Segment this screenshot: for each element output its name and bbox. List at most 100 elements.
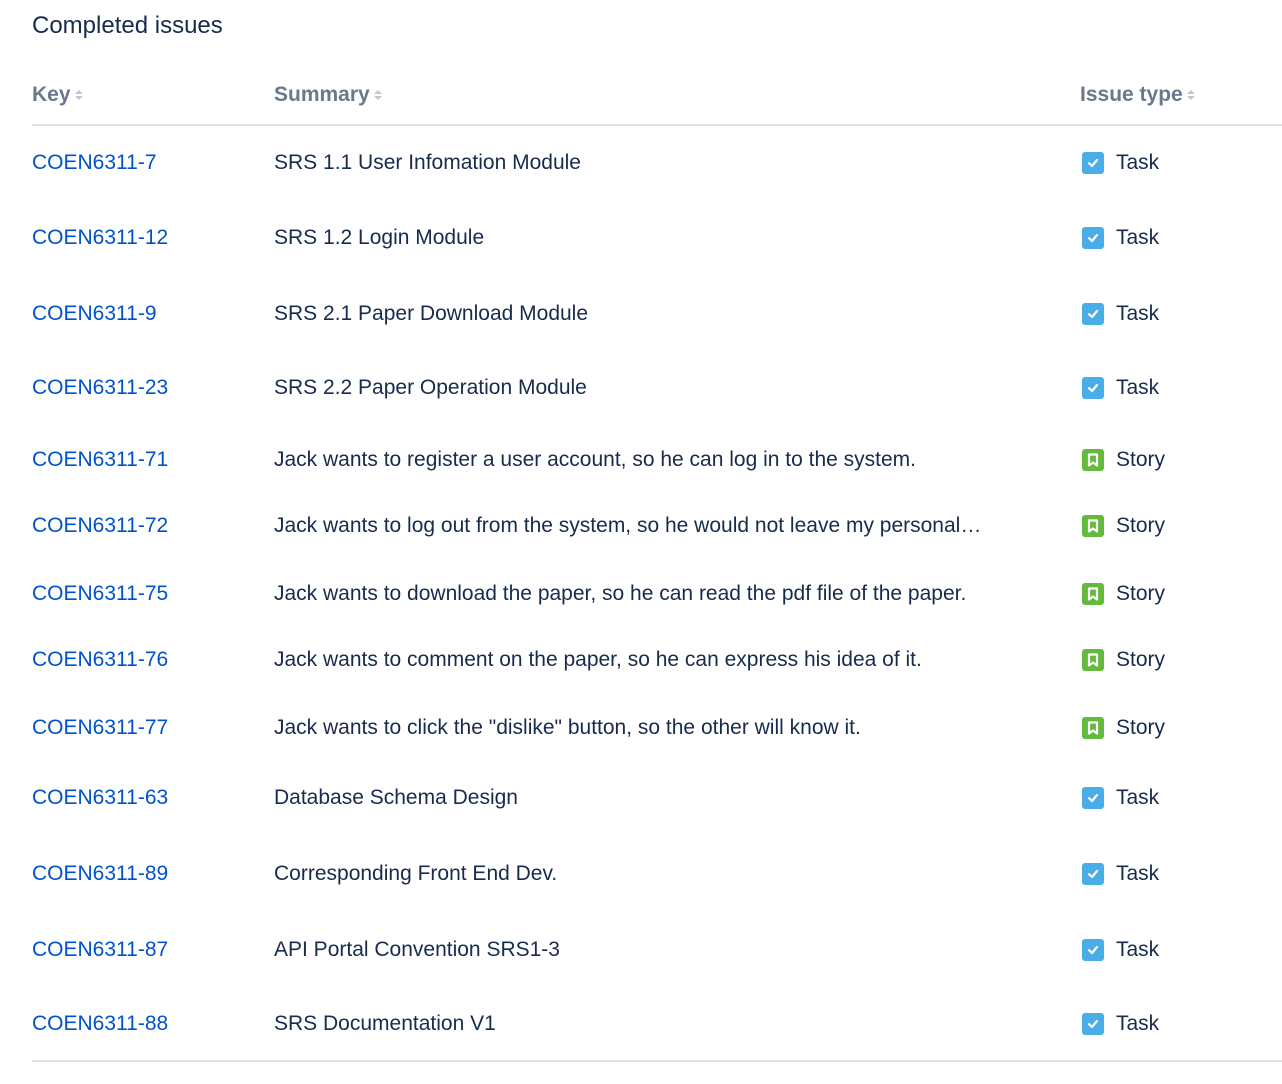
issue-type-label: Task <box>1116 938 1160 961</box>
table-row: COEN6311-75 Jack wants to download the pa… <box>32 574 1282 614</box>
issue-type-cell: Story <box>1082 506 1165 546</box>
table-row: COEN6311-12 SRS 1.2 Login Module Task <box>32 218 1282 258</box>
column-header-summary-label: Summary <box>274 83 370 106</box>
issue-key-cell: COEN6311-9 <box>32 294 157 334</box>
issue-summary: SRS Documentation V1 <box>274 1012 496 1035</box>
issue-key-cell: COEN6311-75 <box>32 574 168 614</box>
issue-summary-cell: Corresponding Front End Dev. <box>274 854 1054 894</box>
issue-summary: Jack wants to comment on the paper, so h… <box>274 648 922 671</box>
column-header-issue-type[interactable]: Issue type <box>1080 78 1195 112</box>
issue-key-link[interactable]: COEN6311-9 <box>32 302 157 326</box>
issue-key-cell: COEN6311-71 <box>32 440 168 480</box>
table-row: COEN6311-23 SRS 2.2 Paper Operation Modul… <box>32 368 1282 408</box>
issue-summary-cell: SRS 2.2 Paper Operation Module <box>274 368 1054 408</box>
issue-type-label: Story <box>1116 716 1166 739</box>
issue-key-cell: COEN6311-23 <box>32 368 168 408</box>
table-row: COEN6311-88 SRS Documentation V1 Task <box>32 1004 1282 1044</box>
issue-type-label: Story <box>1116 514 1166 537</box>
issue-type-label: Story <box>1116 648 1166 671</box>
issue-summary: Database Schema Design <box>274 786 518 809</box>
issue-summary-cell: Jack wants to download the paper, so he … <box>274 574 1054 614</box>
column-header-summary[interactable]: Summary <box>274 78 382 112</box>
issue-key-link[interactable]: COEN6311-88 <box>32 1012 168 1036</box>
issue-summary: SRS 2.2 Paper Operation Module <box>274 376 587 399</box>
issue-type-label: Story <box>1116 582 1166 605</box>
task-checkbox-icon <box>1082 939 1104 961</box>
issue-summary-cell: Jack wants to register a user account, s… <box>274 440 1054 480</box>
issue-type-cell: Task <box>1082 1004 1159 1044</box>
sort-icon <box>373 88 382 102</box>
table-header: Key Summary Issue type <box>32 78 1282 126</box>
issue-type-cell: Task <box>1082 368 1159 408</box>
issue-summary-cell: SRS 1.2 Login Module <box>274 218 1054 258</box>
issue-key-link[interactable]: COEN6311-75 <box>32 582 168 606</box>
table-row: COEN6311-63 Database Schema Design Task <box>32 778 1282 818</box>
task-checkbox-icon <box>1082 787 1104 809</box>
issue-summary: Corresponding Front End Dev. <box>274 862 558 885</box>
issue-summary: SRS 1.2 Login Module <box>274 226 485 249</box>
story-bookmark-icon <box>1082 583 1104 605</box>
issue-key-link[interactable]: COEN6311-87 <box>32 938 168 962</box>
table-row: COEN6311-76 Jack wants to comment on the … <box>32 640 1282 680</box>
issue-key-link[interactable]: COEN6311-12 <box>32 226 168 250</box>
sort-icon <box>1186 88 1195 102</box>
issue-key-link[interactable]: COEN6311-72 <box>32 514 168 538</box>
issue-summary-cell: Jack wants to comment on the paper, so h… <box>274 640 1054 680</box>
issue-key-cell: COEN6311-87 <box>32 930 168 970</box>
issue-key-cell: COEN6311-12 <box>32 218 168 258</box>
issue-type-cell: Story <box>1082 574 1165 614</box>
issue-summary-cell: Database Schema Design <box>274 778 1054 818</box>
table-row: COEN6311-72 Jack wants to log out from th… <box>32 506 1282 546</box>
column-header-issue-type-label: Issue type <box>1080 83 1183 106</box>
task-checkbox-icon <box>1082 377 1104 399</box>
issue-type-label: Task <box>1116 1012 1160 1035</box>
issue-key-link[interactable]: COEN6311-63 <box>32 786 168 810</box>
issue-key-cell: COEN6311-77 <box>32 708 168 748</box>
issue-key-cell: COEN6311-7 <box>32 143 157 183</box>
issue-summary-cell: SRS 1.1 User Infomation Module <box>274 143 1054 183</box>
table-bottom-divider <box>32 1060 1282 1062</box>
issue-key-cell: COEN6311-76 <box>32 640 168 680</box>
issue-type-label: Task <box>1116 862 1160 885</box>
issue-key-link[interactable]: COEN6311-71 <box>32 448 168 472</box>
issue-type-cell: Story <box>1082 640 1165 680</box>
issue-key-link[interactable]: COEN6311-23 <box>32 376 168 400</box>
issue-key-link[interactable]: COEN6311-89 <box>32 862 168 886</box>
issue-summary: SRS 2.1 Paper Download Module <box>274 302 589 325</box>
issue-summary: Jack wants to download the paper, so he … <box>274 582 967 605</box>
issue-summary: SRS 1.1 User Infomation Module <box>274 151 581 174</box>
task-checkbox-icon <box>1082 227 1104 249</box>
issue-key-link[interactable]: COEN6311-77 <box>32 716 168 740</box>
issue-summary: API Portal Convention SRS1-3 <box>274 938 560 961</box>
story-bookmark-icon <box>1082 515 1104 537</box>
task-checkbox-icon <box>1082 152 1104 174</box>
issue-key-link[interactable]: COEN6311-76 <box>32 648 168 672</box>
issue-key-link[interactable]: COEN6311-7 <box>32 151 157 175</box>
issue-type-cell: Story <box>1082 440 1165 480</box>
issue-summary-cell: API Portal Convention SRS1-3 <box>274 930 1054 970</box>
task-checkbox-icon <box>1082 303 1104 325</box>
issue-type-cell: Task <box>1082 778 1159 818</box>
issue-type-label: Task <box>1116 151 1160 174</box>
issue-key-cell: COEN6311-88 <box>32 1004 168 1044</box>
table-row: COEN6311-89 Corresponding Front End Dev. T… <box>32 854 1282 894</box>
issue-summary-cell: SRS 2.1 Paper Download Module <box>274 294 1054 334</box>
story-bookmark-icon <box>1082 449 1104 471</box>
story-bookmark-icon <box>1082 649 1104 671</box>
issue-type-label: Task <box>1116 226 1160 249</box>
story-bookmark-icon <box>1082 717 1104 739</box>
issue-summary-cell: SRS Documentation V1 <box>274 1004 1054 1044</box>
issue-type-cell: Task <box>1082 218 1159 258</box>
column-header-key[interactable]: Key <box>32 78 83 112</box>
issue-type-label: Story <box>1116 448 1166 471</box>
table-row: COEN6311-71 Jack wants to register a user… <box>32 440 1282 480</box>
issue-type-cell: Task <box>1082 930 1159 970</box>
column-header-key-label: Key <box>32 83 71 106</box>
issue-type-label: Task <box>1116 786 1160 809</box>
completed-issues-panel: Completed issues Key Summary Issue type … <box>0 0 1282 1084</box>
section-title: Completed issues <box>32 12 223 39</box>
task-checkbox-icon <box>1082 1013 1104 1035</box>
table-row: COEN6311-9 SRS 2.1 Paper Download Module T… <box>32 294 1282 334</box>
issue-summary: Jack wants to log out from the system, s… <box>274 514 982 537</box>
issue-type-cell: Task <box>1082 294 1159 334</box>
